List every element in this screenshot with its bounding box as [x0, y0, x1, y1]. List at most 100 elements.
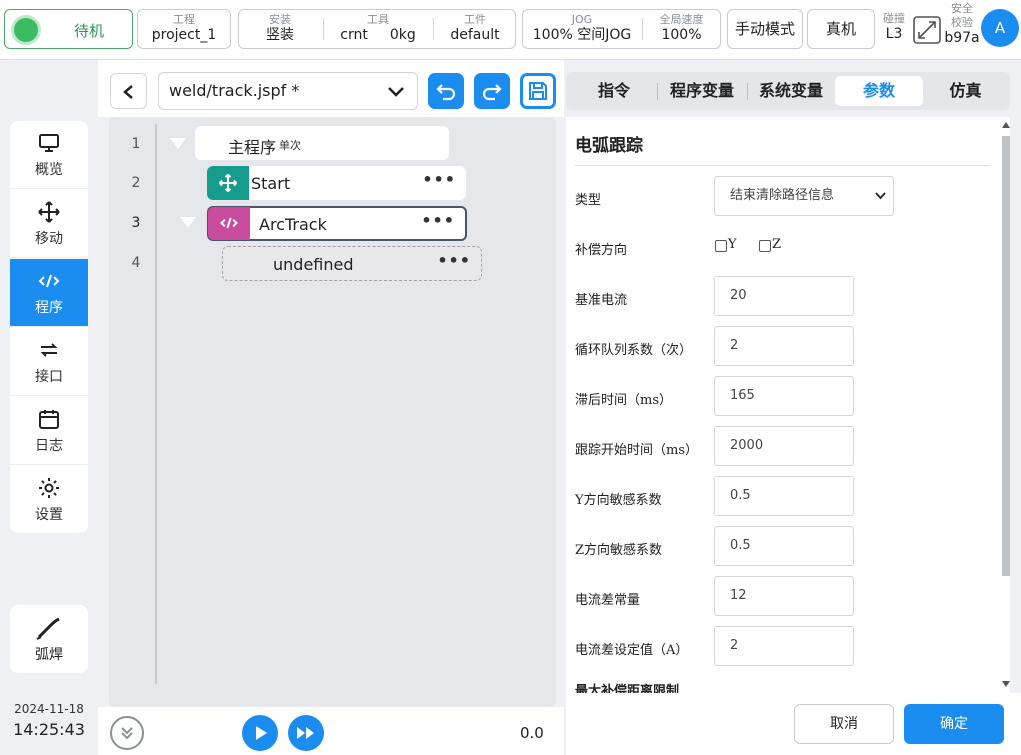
program-speed-readout: 0.0 — [520, 724, 544, 742]
program-file-select[interactable]: weld/track.jspf * — [158, 72, 418, 110]
back-button[interactable] — [110, 73, 147, 109]
tree-rail — [155, 124, 157, 684]
undo-button[interactable] — [428, 73, 464, 109]
compensation-y-checkbox[interactable] — [715, 240, 727, 252]
safety-checksum[interactable]: 安全 校验 b97a — [944, 2, 980, 46]
fast-forward-icon — [297, 727, 314, 739]
nav-item-program[interactable]: 程序 — [10, 259, 88, 327]
scrollbar-thumb[interactable] — [1002, 136, 1010, 576]
collision-level[interactable]: 碰撞 L3 — [881, 10, 907, 42]
tree-node-undefined[interactable]: undefined ••• — [222, 246, 482, 281]
workpiece-label: 工件 — [464, 13, 486, 26]
swap-icon — [40, 343, 58, 357]
type-select[interactable]: 结束清除路径信息 — [714, 176, 894, 216]
run-button[interactable] — [242, 715, 278, 751]
tab-parameters[interactable]: 参数 — [835, 76, 923, 106]
nav-label: 移动 — [35, 231, 63, 247]
node-label: undefined — [273, 255, 354, 274]
tab-system-variables[interactable]: 系统变量 — [746, 76, 836, 106]
program-file-name: weld/track.jspf * — [169, 81, 300, 100]
gear-icon — [39, 478, 59, 498]
tool-label: 工具 — [367, 13, 389, 26]
y-sensitivity-input[interactable]: 0.5 — [714, 476, 854, 516]
nav-item-overview[interactable]: 概览 — [10, 121, 88, 189]
base-current-input[interactable]: 20 — [714, 276, 854, 316]
arc-weld-button[interactable]: 弧焊 — [10, 605, 88, 673]
tab-simulation[interactable]: 仿真 — [923, 76, 1008, 106]
redo-button[interactable] — [474, 73, 510, 109]
real-machine-button[interactable]: 真机 — [807, 9, 875, 49]
param-label: 基准电流 — [575, 293, 628, 308]
nav-item-move[interactable]: 移动 — [10, 190, 88, 258]
divider — [323, 18, 324, 40]
param-label: 跟踪开始时间（ms） — [575, 443, 698, 458]
more-options-icon[interactable]: ••• — [421, 211, 455, 230]
lag-time-input[interactable]: 165 — [714, 376, 854, 416]
save-button[interactable] — [520, 73, 556, 109]
parameter-scrollbar[interactable] — [1000, 122, 1012, 689]
play-icon — [256, 726, 267, 740]
panel-tabs: 指令 程序变量 系统变量 参数 仿真 — [566, 72, 1010, 110]
compensation-z-checkbox[interactable] — [759, 240, 771, 252]
tab-instructions[interactable]: 指令 — [570, 76, 658, 106]
code-icon — [208, 207, 250, 240]
status-text: 待机 — [73, 22, 104, 40]
step-button[interactable] — [288, 715, 324, 751]
undo-icon — [436, 84, 456, 101]
compensation-direction-label: 补偿方向 — [575, 243, 628, 258]
install-label: 安装 — [269, 13, 291, 26]
line-number: 4 — [131, 255, 141, 271]
project-value: project_1 — [151, 27, 217, 43]
collapse-triangle-icon[interactable] — [170, 138, 186, 149]
expand-icon[interactable] — [912, 15, 942, 45]
scroll-down-button[interactable] — [110, 716, 144, 750]
tool-load: 0kg — [389, 27, 416, 43]
global-speed-value: 100% — [661, 27, 702, 43]
welding-torch-icon — [36, 617, 60, 640]
tree-node-main[interactable]: 主程序 单次 — [195, 126, 449, 160]
project-button[interactable]: 工程 project_1 — [137, 9, 231, 49]
manual-mode-button[interactable]: 手动模式 — [727, 9, 803, 49]
jog-label: JOG — [571, 13, 593, 26]
more-options-icon[interactable]: ••• — [422, 170, 456, 189]
date-display: 2024-11-18 — [14, 702, 84, 716]
tree-node-start[interactable]: Start ••• — [207, 166, 466, 200]
user-avatar[interactable]: A — [981, 9, 1019, 47]
tree-node-arctrack[interactable]: ArcTrack ••• — [207, 206, 467, 241]
queue-coefficient-input[interactable]: 2 — [714, 326, 854, 366]
more-options-icon[interactable]: ••• — [437, 251, 471, 270]
param-label: 电流差设定值（A） — [575, 643, 689, 658]
collapse-triangle-icon[interactable] — [180, 217, 196, 228]
cancel-button[interactable]: 取消 — [794, 704, 894, 744]
calendar-icon — [39, 410, 59, 429]
collision-label: 碰撞 — [883, 12, 905, 25]
jog-mode: 空间JOG — [577, 27, 632, 43]
tracking-start-time-input[interactable]: 2000 — [714, 426, 854, 466]
line-number: 2 — [131, 175, 141, 191]
current-diff-setpoint-input[interactable]: 2 — [714, 626, 854, 666]
status-indicator-icon — [14, 18, 38, 42]
robot-status-button[interactable]: 待机 — [4, 9, 133, 49]
tab-program-variables[interactable]: 程序变量 — [658, 76, 746, 106]
code-icon — [38, 274, 60, 288]
type-label: 类型 — [575, 193, 602, 208]
jog-speed-button[interactable]: JOG 100% 空间JOG 全局速度 100% — [522, 9, 721, 49]
confirm-button[interactable]: 确定 — [904, 704, 1004, 744]
section-title: 电弧跟踪 — [575, 136, 643, 156]
line-number: 3 — [131, 215, 141, 231]
move-icon — [207, 166, 249, 200]
nav-label: 日志 — [35, 438, 63, 454]
param-label: Y方向敏感系数 — [575, 493, 662, 508]
current-diff-constant-input[interactable]: 12 — [714, 576, 854, 616]
chevron-down-icon — [388, 87, 404, 97]
scroll-up-arrow-icon[interactable] — [1002, 122, 1010, 128]
project-label: 工程 — [173, 13, 195, 26]
nav-item-log[interactable]: 日志 — [10, 397, 88, 465]
nav-item-interface[interactable]: 接口 — [10, 328, 88, 396]
install-tool-workpiece-button[interactable]: 安装 竖装 工具 crnt 0kg 工件 default — [238, 9, 516, 49]
nav-item-settings[interactable]: 设置 — [10, 466, 88, 534]
side-nav: 概览 移动 程序 接口 日志 设置 — [10, 121, 88, 533]
scroll-down-arrow-icon[interactable] — [1002, 681, 1010, 687]
param-label: 最大补偿距离限制 — [575, 684, 680, 693]
z-sensitivity-input[interactable]: 0.5 — [714, 526, 854, 566]
